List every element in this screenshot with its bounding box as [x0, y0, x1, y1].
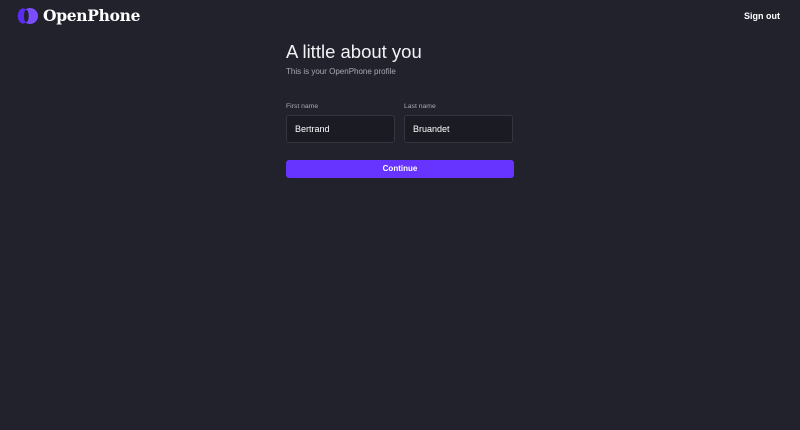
page-title: A little about you	[286, 41, 422, 62]
brand-logo[interactable]: OpenPhone	[17, 8, 140, 24]
first-name-field[interactable]	[286, 115, 395, 143]
first-name-group: First name	[286, 102, 395, 143]
first-name-label: First name	[286, 103, 319, 110]
onboarding-page: OpenPhone Sign out A little about you Th…	[0, 0, 800, 430]
sign-out-button[interactable]: Sign out	[744, 11, 780, 22]
last-name-group: Last name	[404, 102, 513, 143]
name-fields: First name Last name	[286, 102, 514, 143]
last-name-label: Last name	[404, 103, 436, 110]
page-subtitle: This is your OpenPhone profile	[286, 67, 396, 76]
openphone-logo-icon	[17, 8, 38, 24]
profile-form: A little about you This is your OpenPhon…	[286, 40, 514, 178]
continue-button[interactable]: Continue	[286, 160, 514, 178]
top-bar: OpenPhone Sign out	[0, 0, 800, 32]
brand-name: OpenPhone	[43, 6, 141, 25]
last-name-field[interactable]	[404, 115, 513, 143]
